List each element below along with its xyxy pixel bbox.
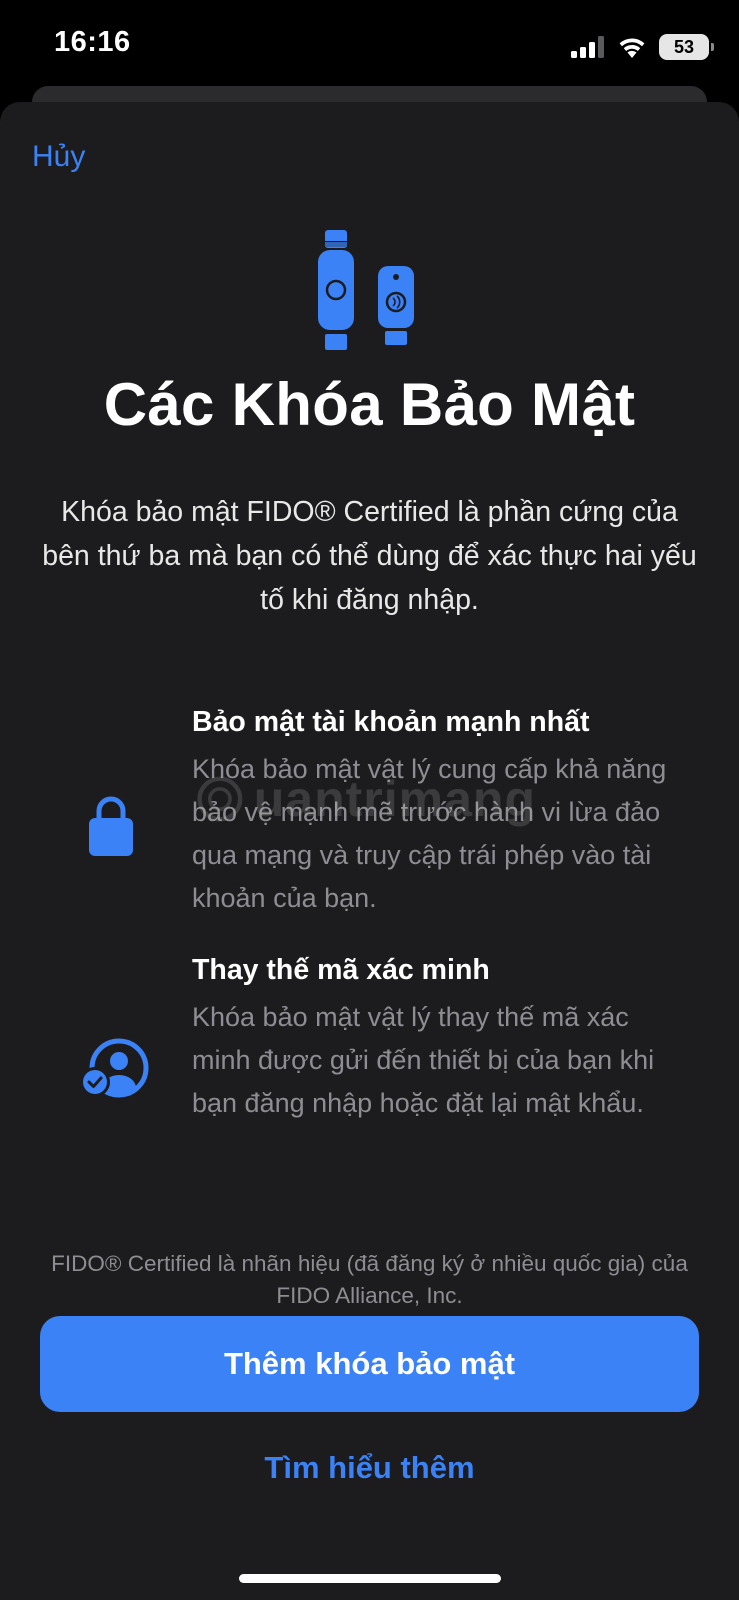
security-keys-icon — [318, 230, 414, 350]
status-time: 16:16 — [54, 26, 131, 58]
person-checkmark-icon — [80, 1038, 149, 1098]
battery-level: 53 — [673, 36, 695, 57]
add-security-key-button[interactable]: Thêm khóa bảo mật — [40, 1316, 699, 1412]
feature-title: Bảo mật tài khoản mạnh nhất — [192, 706, 590, 738]
feature-body: Khóa bảo mật vật lý thay thế mã xác minh… — [192, 1002, 655, 1118]
lock-icon — [89, 796, 133, 856]
battery-icon: 53 — [659, 34, 714, 60]
page-title: Các Khóa Bảo Mật — [103, 371, 636, 438]
page-description: Khóa bảo mật FIDO® Certified là phần cứn… — [42, 496, 697, 616]
screen: 16:16 53 Hủy Các Khóa Bảo Mật Khóa bảo m… — [0, 0, 739, 1600]
home-indicator[interactable] — [239, 1574, 501, 1583]
security-keys-sheet: Hủy Các Khóa Bảo Mật Khóa bảo mật FIDO® … — [0, 102, 739, 1600]
trademark-footnote: FIDO® Certified là nhãn hiệu (đã đăng ký… — [51, 1251, 688, 1308]
learn-more-link[interactable]: Tìm hiểu thêm — [0, 1450, 739, 1486]
cancel-button[interactable]: Hủy — [32, 140, 85, 174]
status-indicators: 53 — [571, 32, 714, 62]
status-bar: 16:16 53 — [0, 0, 739, 92]
feature-title: Thay thế mã xác minh — [192, 954, 490, 986]
signal-icon — [571, 36, 604, 58]
add-security-key-label: Thêm khóa bảo mật — [223, 1346, 516, 1381]
feature-body: Khóa bảo mật vật lý cung cấp khả năng bả… — [192, 754, 667, 913]
wifi-icon — [619, 38, 645, 58]
